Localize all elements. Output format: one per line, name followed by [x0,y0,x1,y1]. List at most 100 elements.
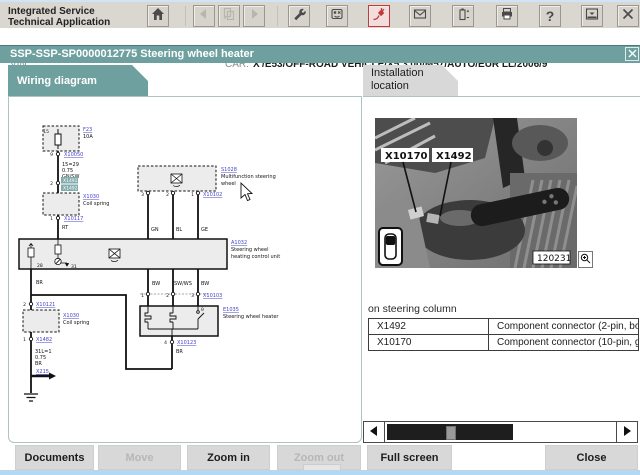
control-unit-box [19,239,227,269]
battery-icon [456,7,470,26]
connector-link[interactable]: X10117 [64,216,83,222]
back-button[interactable] [193,5,215,27]
forward-icon [247,7,261,26]
pin-number: 4 [164,340,167,346]
connector-link[interactable]: X10103 [203,293,222,299]
battery-button[interactable] [452,5,474,27]
mfsw-label-line1: Multifunction steering [221,174,276,180]
magnifier-icon [580,251,591,269]
documents-button[interactable]: Documents [15,445,94,470]
scrollbar-track[interactable] [385,421,616,443]
connector-link[interactable]: X10102 [203,192,222,198]
wire-color: BR [36,280,43,286]
close-icon [621,7,635,26]
coil-spring-box [43,193,79,215]
wire-color: BR [35,361,42,367]
mouse-cursor [241,183,252,201]
connector-link[interactable]: X10123 [177,340,196,346]
installation-photo[interactable]: X10170 X1492 120231 [375,118,577,268]
documents-button-label: Documents [25,452,85,464]
operations-button[interactable] [218,5,240,27]
mail-button[interactable] [409,5,431,27]
wire-color: BW [201,281,209,287]
app-title: Integrated Service Technical Application [8,6,110,28]
fuse-symbol [55,134,61,145]
coil-spring-box [23,310,59,332]
zoom-in-button-label: Zoom in [207,452,250,464]
full-screen-button[interactable]: Full screen [367,445,452,470]
photo-zoom-button[interactable] [578,251,593,268]
connection-lost-icon [372,7,386,26]
control-unit-label-line1: Steering wheel [231,247,268,253]
control-unit-link[interactable]: A1032 [231,240,247,246]
dialog-close-button[interactable] [625,47,639,61]
scroll-left-button[interactable] [363,421,385,443]
coil-spring-link[interactable]: X1030 [63,313,79,319]
connection-button[interactable] [368,5,390,27]
forward-button[interactable] [243,5,265,27]
photo-label-x1492: X1492 [436,151,472,162]
fuse-link[interactable]: F23 [83,127,92,133]
wiring-diagram-svg: 15 F23 10A 9 X10050 15=29 0.75 GN/SW 2 X… [9,97,361,442]
vehicle-button[interactable] [326,5,348,27]
zoom-out-button-label: Zoom out [294,452,344,464]
toolbar-divider [277,6,278,26]
fuse-terminal: 15 [43,129,49,135]
vin-bar: VIN: CAR: X'/E53/OFF-ROAD VEHICLE/X5 3.0… [0,28,640,45]
mfsw-label-line2: wheel [221,181,236,187]
heater-label: Steering wheel heater [223,314,279,320]
pin-number: 2 [166,293,169,299]
print-button[interactable] [496,5,518,27]
operations-icon [222,7,236,26]
wire-color: BL [176,227,182,233]
help-button[interactable]: ? [539,5,561,27]
mfsw-link[interactable]: S1028 [221,167,237,173]
mail-icon [413,7,427,26]
table-row[interactable]: X1492 Component connector (2-pin, bordea… [369,319,639,335]
connector-id: X10170 [369,335,489,351]
main-toolbar: Integrated Service Technical Application [0,2,640,29]
connector-link[interactable]: X1482 [36,337,52,343]
home-button[interactable] [147,5,169,27]
pin-number: 3 [141,192,144,198]
toolbar-divider [185,6,186,26]
close-button-label: Close [577,452,607,464]
connector-desc: Component connector (10-pin, green), [489,335,639,351]
coil-spring-link[interactable]: X1030 [83,194,99,200]
wrench-icon [292,7,306,26]
pin-number: 1 [191,192,194,198]
scrollbar-grip [446,426,456,440]
wire-color: BW [152,281,160,287]
table-row[interactable]: X10170 Component connector (10-pin, gree… [369,335,639,351]
app-title-line2: Technical Application [8,17,110,28]
tab-installation-location[interactable]: Installation location [363,65,458,96]
close-button[interactable]: Close [545,445,638,470]
zoom-in-button[interactable]: Zoom in [187,445,270,470]
connector-link[interactable]: X10050 [64,152,83,158]
heater-box [140,306,218,336]
wire-color: BR [176,349,183,355]
app-close-button[interactable] [617,5,639,27]
scrollbar-thumb[interactable] [387,424,513,440]
scroll-right-button[interactable] [616,421,638,443]
location-heading: on steering column [368,303,457,315]
back-icon [197,7,211,26]
tab-wiring-diagram[interactable]: Wiring diagram [8,65,148,96]
wiring-diagram-panel[interactable]: 15 F23 10A 9 X10050 15=29 0.75 GN/SW 2 X… [8,96,362,443]
printer-icon [500,7,514,26]
minimize-icon [585,7,599,26]
photo-label-x10170: X10170 [385,151,428,162]
connector-link[interactable]: X10121 [36,302,55,308]
heater-link[interactable]: E1035 [223,307,239,313]
move-button: Move [98,445,181,470]
wire-color: GN [151,227,159,233]
move-button-label: Move [125,452,153,464]
horizontal-scrollbar [363,421,638,443]
car-position-icon [379,228,402,265]
minimize-button[interactable] [581,5,603,27]
app-title-line1: Integrated Service [8,6,110,17]
scroll-left-icon [370,423,378,441]
ground-link[interactable]: X215 [36,369,49,375]
tools-button[interactable] [288,5,310,27]
ista-window: Integrated Service Technical Application [0,0,640,475]
